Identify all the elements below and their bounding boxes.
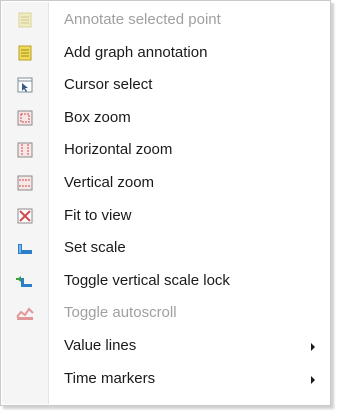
menu-item-label: Vertical zoom [64,173,155,191]
menu-item-annotate-selected-point[interactable]: Annotate selected point [2,4,329,37]
vertical-zoom-icon [17,175,33,191]
horizontal-zoom-icon [17,142,33,158]
menu-item-value-lines[interactable]: Value lines [2,330,329,363]
menu-item-label: Fit to view [64,206,132,224]
menu-item-toggle-vertical-scale-lock[interactable]: Toggle vertical scale lock [2,265,329,298]
submenu-arrow-icon [311,375,315,384]
menu-item-toggle-autoscroll[interactable]: Toggle autoscroll [2,297,329,330]
cursor-select-icon [17,77,33,93]
menu-item-label: Horizontal zoom [64,141,173,159]
submenu-arrow-icon [311,342,315,351]
menu-item-label: Toggle vertical scale lock [64,271,230,289]
menu-item-label: Cursor select [64,76,153,94]
menu-item-time-markers[interactable]: Time markers [2,363,329,396]
menu-item-label: Add graph annotation [64,43,208,61]
menu-item-add-graph-annotation[interactable]: Add graph annotation [2,37,329,70]
menu-item-label: Toggle autoscroll [64,304,177,322]
set-scale-icon [18,244,32,255]
menu-item-label: Box zoom [64,108,131,126]
menu-item-set-scale[interactable]: Set scale [2,232,329,265]
context-menu: Annotate selected point Add graph annota… [0,0,331,406]
box-zoom-icon [17,110,33,126]
menu-item-vertical-zoom[interactable]: Vertical zoom [2,167,329,200]
menu-item-label: Annotate selected point [64,11,221,28]
annotation-note-icon [18,45,32,61]
scale-lock-icon [16,275,32,287]
menu-item-cursor-select[interactable]: Cursor select [2,69,329,102]
menu-item-fit-to-view[interactable]: Fit to view [2,200,329,233]
menu-item-horizontal-zoom[interactable]: Horizontal zoom [2,134,329,167]
menu-item-box-zoom[interactable]: Box zoom [2,102,329,135]
autoscroll-icon [16,307,34,321]
menu-items: Annotate selected point Add graph annota… [2,4,329,395]
annotation-note-icon [18,12,32,28]
menu-item-label: Set scale [64,239,126,257]
menu-item-label: Value lines [64,336,137,354]
menu-item-label: Time markers [64,369,156,387]
fit-to-view-icon [17,208,33,224]
